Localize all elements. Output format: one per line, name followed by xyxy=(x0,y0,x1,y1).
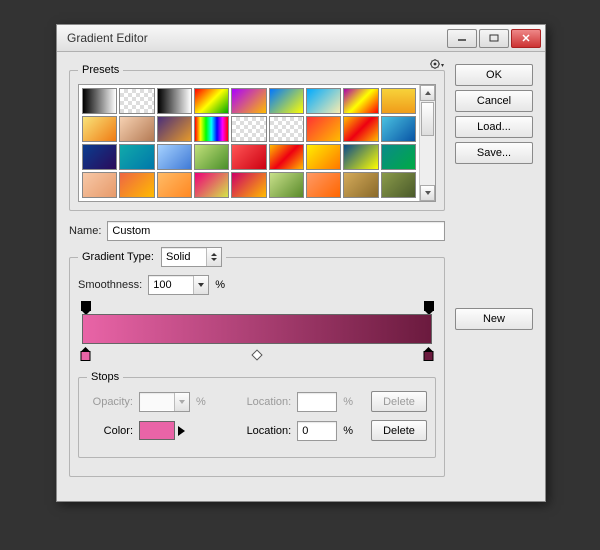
preset-swatch[interactable] xyxy=(343,116,378,142)
preset-swatch[interactable] xyxy=(82,116,117,142)
opacity-location-label: Location: xyxy=(247,396,292,408)
color-picker[interactable] xyxy=(139,421,185,440)
preset-swatch[interactable] xyxy=(157,116,192,142)
opacity-dropdown-icon xyxy=(174,393,189,411)
preset-swatch[interactable] xyxy=(119,116,154,142)
preset-swatch[interactable] xyxy=(343,144,378,170)
svg-text:▾: ▾ xyxy=(441,63,444,69)
cancel-button[interactable]: Cancel xyxy=(455,90,533,112)
preset-swatch[interactable] xyxy=(119,144,154,170)
midpoint-marker[interactable] xyxy=(251,349,262,360)
opacity-location-input xyxy=(297,392,337,412)
scroll-track[interactable] xyxy=(420,101,435,185)
preset-swatch[interactable] xyxy=(231,172,266,198)
presets-menu-icon[interactable]: ▾ xyxy=(430,58,444,72)
preset-swatch[interactable] xyxy=(82,172,117,198)
preset-swatch[interactable] xyxy=(381,116,416,142)
minimize-button[interactable] xyxy=(447,29,477,48)
color-well[interactable] xyxy=(139,421,175,440)
color-label: Color: xyxy=(87,425,133,437)
color-delete-button[interactable]: Delete xyxy=(371,420,427,441)
smoothness-dropdown-icon[interactable] xyxy=(193,276,208,294)
preset-swatch[interactable] xyxy=(157,88,192,114)
preset-swatch[interactable] xyxy=(231,116,266,142)
preset-swatch[interactable] xyxy=(269,172,304,198)
name-input[interactable] xyxy=(107,221,445,241)
preset-swatch[interactable] xyxy=(269,116,304,142)
gradient-type-stepper[interactable] xyxy=(206,248,221,266)
preset-swatch[interactable] xyxy=(306,116,341,142)
gradient-type-select[interactable] xyxy=(161,247,222,267)
opacity-label: Opacity: xyxy=(87,396,133,408)
opacity-location-unit: % xyxy=(343,396,353,408)
preset-swatch[interactable] xyxy=(381,144,416,170)
color-stop-left[interactable] xyxy=(80,347,91,361)
presets-legend: Presets xyxy=(78,64,123,76)
preset-swatch[interactable] xyxy=(343,88,378,114)
scroll-thumb[interactable] xyxy=(421,102,434,136)
preset-swatch[interactable] xyxy=(231,88,266,114)
preset-swatch[interactable] xyxy=(82,144,117,170)
scroll-down-arrow[interactable] xyxy=(420,185,435,201)
name-label: Name: xyxy=(69,225,101,237)
opacity-unit: % xyxy=(196,396,206,408)
gradient-editor-window: Gradient Editor Presets xyxy=(56,24,546,502)
load-button[interactable]: Load... xyxy=(455,116,533,138)
opacity-stop-right[interactable] xyxy=(424,301,434,311)
preset-swatch[interactable] xyxy=(119,172,154,198)
gradient-bar-area xyxy=(82,301,432,361)
preset-swatch[interactable] xyxy=(194,116,229,142)
scroll-up-arrow[interactable] xyxy=(420,85,435,101)
color-location-input[interactable] xyxy=(297,421,337,441)
smoothness-label: Smoothness: xyxy=(78,279,142,291)
preset-swatch[interactable] xyxy=(231,144,266,170)
ok-button[interactable]: OK xyxy=(455,64,533,86)
preset-swatch[interactable] xyxy=(82,88,117,114)
preset-swatch[interactable] xyxy=(269,88,304,114)
opacity-delete-button: Delete xyxy=(371,391,427,412)
color-menu-arrow-icon[interactable] xyxy=(178,426,185,436)
color-stop-right[interactable] xyxy=(423,347,434,361)
stops-legend: Stops xyxy=(87,371,123,383)
preset-swatch[interactable] xyxy=(157,172,192,198)
preset-swatch[interactable] xyxy=(119,88,154,114)
window-title: Gradient Editor xyxy=(67,31,447,45)
smoothness-input[interactable] xyxy=(149,277,193,293)
close-button[interactable] xyxy=(511,29,541,48)
preset-swatch[interactable] xyxy=(194,144,229,170)
save-button[interactable]: Save... xyxy=(455,142,533,164)
gradient-bar[interactable] xyxy=(82,314,432,344)
gradient-type-value xyxy=(162,249,206,265)
preset-swatch[interactable] xyxy=(157,144,192,170)
presets-fieldset: Presets ▾ xyxy=(69,64,445,211)
gradient-settings-fieldset: Gradient Type: Smoothness: xyxy=(69,247,445,477)
preset-swatch[interactable] xyxy=(306,144,341,170)
preset-swatch[interactable] xyxy=(381,172,416,198)
opacity-field xyxy=(139,392,190,412)
preset-swatch[interactable] xyxy=(343,172,378,198)
preset-swatch[interactable] xyxy=(194,88,229,114)
preset-swatch[interactable] xyxy=(306,88,341,114)
color-location-label: Location: xyxy=(247,425,292,437)
gradient-type-label: Gradient Type: xyxy=(82,251,154,263)
opacity-input xyxy=(140,394,174,410)
preset-swatch[interactable] xyxy=(269,144,304,170)
presets-scrollbar[interactable] xyxy=(419,85,435,201)
maximize-button[interactable] xyxy=(479,29,509,48)
preset-swatch[interactable] xyxy=(306,172,341,198)
smoothness-unit: % xyxy=(215,279,225,291)
preset-swatch[interactable] xyxy=(381,88,416,114)
new-button[interactable]: New xyxy=(455,308,533,330)
smoothness-field[interactable] xyxy=(148,275,209,295)
stops-fieldset: Stops Opacity: % Location: % Dele xyxy=(78,371,436,458)
opacity-stop-left[interactable] xyxy=(81,301,91,311)
window-controls xyxy=(447,29,541,48)
presets-grid xyxy=(79,85,419,201)
color-location-unit: % xyxy=(343,425,353,437)
titlebar: Gradient Editor xyxy=(57,25,545,52)
preset-swatch[interactable] xyxy=(194,172,229,198)
